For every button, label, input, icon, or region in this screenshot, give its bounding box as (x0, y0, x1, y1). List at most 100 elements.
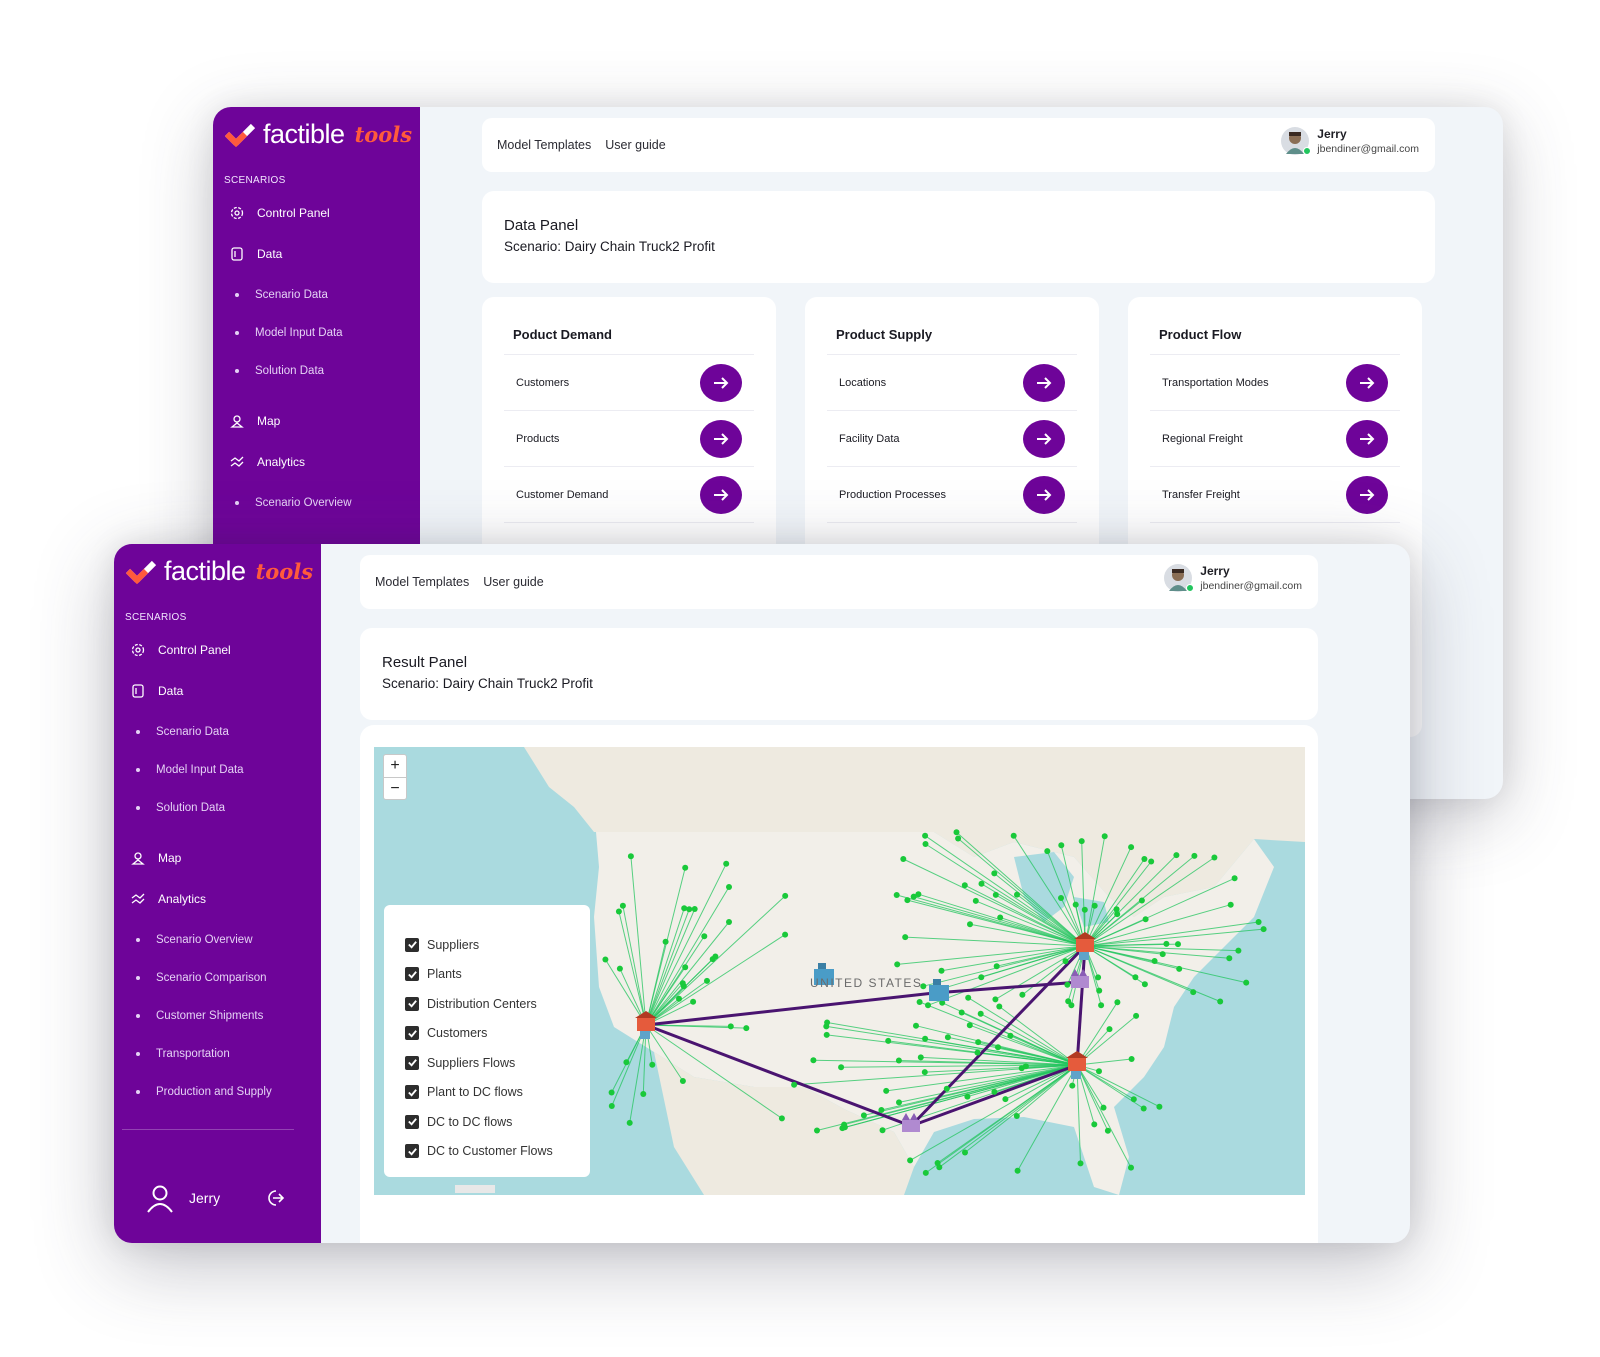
customer-dot[interactable] (681, 905, 688, 912)
customer-dot[interactable] (997, 914, 1004, 921)
user-menu[interactable]: Jerry jbendiner@gmail.com (1281, 126, 1419, 156)
customer-dot[interactable] (921, 1069, 928, 1076)
customer-dot[interactable] (1211, 854, 1218, 861)
customer-dot[interactable] (1141, 856, 1148, 862)
customer-dot[interactable] (1081, 906, 1088, 913)
customer-dot[interactable] (838, 1064, 845, 1071)
customer-dot[interactable] (1069, 1082, 1076, 1089)
nav-control-panel[interactable]: Control Panel (229, 205, 330, 221)
logout-icon[interactable] (264, 1187, 286, 1209)
customer-dot[interactable] (676, 995, 682, 1002)
customer-dot[interactable] (1114, 911, 1121, 918)
open-arrow-button[interactable] (1346, 363, 1388, 402)
customer-dot[interactable] (823, 1031, 830, 1038)
checkbox-checked[interactable] (405, 967, 419, 982)
model-templates-link[interactable]: Model Templates (375, 575, 469, 589)
customer-dot[interactable] (922, 832, 929, 839)
customer-dot[interactable] (1100, 1104, 1107, 1111)
customer-dot[interactable] (662, 938, 669, 945)
customer-dot[interactable] (791, 1081, 798, 1088)
customer-dot[interactable] (1104, 1127, 1111, 1134)
customer-dot[interactable] (627, 853, 634, 860)
customer-dot[interactable] (1226, 955, 1233, 962)
customer-dot[interactable] (824, 1019, 831, 1026)
open-arrow-button[interactable] (1023, 363, 1065, 402)
customer-dot[interactable] (1072, 901, 1079, 908)
customer-dot[interactable] (1128, 844, 1135, 851)
model-templates-link[interactable]: Model Templates (497, 138, 591, 152)
customer-dot[interactable] (1176, 965, 1183, 972)
customer-dot[interactable] (1022, 1063, 1029, 1070)
customer-dot[interactable] (712, 953, 719, 960)
customer-dot[interactable] (1014, 1167, 1021, 1174)
customer-dot[interactable] (955, 835, 962, 842)
customer-dot[interactable] (961, 882, 968, 889)
customer-dot[interactable] (1013, 1113, 1020, 1119)
customer-dot[interactable] (1002, 1096, 1009, 1103)
customer-dot[interactable] (995, 1044, 1001, 1051)
customer-dot[interactable] (965, 994, 972, 1001)
customer-dot[interactable] (993, 963, 1000, 970)
customer-dot[interactable] (967, 921, 973, 928)
customer-dot[interactable] (910, 893, 917, 900)
customer-dot[interactable] (1173, 852, 1180, 859)
legend-plant-to-dc-flows[interactable]: Plant to DC flows (405, 1078, 590, 1108)
nav-scenario-overview[interactable]: Scenario Overview (136, 934, 253, 946)
customer-dot[interactable] (991, 870, 998, 877)
nav-analytics[interactable]: Analytics (130, 891, 206, 907)
row-regional-freight[interactable]: Regional Freight (1150, 411, 1400, 467)
customer-dot[interactable] (893, 892, 900, 898)
open-arrow-button[interactable] (1346, 475, 1388, 514)
customer-dot[interactable] (1096, 987, 1103, 994)
customer-dot[interactable] (922, 841, 929, 847)
customer-dot[interactable] (608, 1089, 615, 1096)
user-guide-link[interactable]: User guide (483, 575, 543, 589)
customer-dot[interactable] (679, 1078, 686, 1084)
nav-transportation[interactable]: Transportation (136, 1048, 230, 1060)
legend-plants[interactable]: Plants (405, 960, 590, 990)
customer-dot[interactable] (953, 829, 960, 836)
checkbox-checked[interactable] (405, 1026, 419, 1041)
customer-dot[interactable] (958, 1009, 965, 1016)
open-arrow-button[interactable] (1023, 419, 1065, 458)
customer-dot[interactable] (778, 1115, 785, 1122)
customer-dot[interactable] (1007, 1032, 1014, 1039)
customer-dot[interactable] (991, 1088, 998, 1095)
checkbox-checked[interactable] (405, 1055, 419, 1070)
customer-dot[interactable] (626, 1119, 633, 1126)
open-arrow-button[interactable] (700, 475, 742, 514)
nav-data[interactable]: Data (130, 683, 183, 699)
customer-dot[interactable] (966, 1022, 973, 1029)
customer-dot[interactable] (1064, 981, 1071, 988)
customer-dot[interactable] (1133, 1012, 1140, 1019)
nav-model-input-data[interactable]: Model Input Data (136, 764, 244, 776)
legend-suppliers[interactable]: Suppliers (405, 930, 590, 960)
brand-logo[interactable]: factible tools (225, 119, 412, 150)
customer-dot[interactable] (1044, 848, 1051, 855)
customer-dot[interactable] (1140, 1105, 1147, 1112)
customer-dot[interactable] (1091, 1121, 1098, 1128)
customer-dot[interactable] (1058, 842, 1065, 849)
nav-model-input-data[interactable]: Model Input Data (235, 327, 343, 339)
customer-dot[interactable] (782, 931, 789, 938)
customer-dot[interactable] (1098, 1002, 1105, 1009)
customer-dot[interactable] (1128, 1056, 1135, 1062)
row-transportation-modes[interactable]: Transportation Modes (1150, 355, 1400, 411)
customer-dot[interactable] (1101, 833, 1108, 840)
customer-dot[interactable] (977, 1010, 984, 1017)
customer-dot[interactable] (972, 897, 979, 904)
customer-dot[interactable] (925, 1002, 931, 1009)
checkbox-checked[interactable] (405, 1085, 419, 1100)
network-map[interactable]: UNITED STATES + − Suppliers Plants Distr… (374, 747, 1305, 1195)
customer-dot[interactable] (934, 1160, 941, 1166)
customer-dot[interactable] (1141, 981, 1148, 988)
checkbox-checked[interactable] (405, 1114, 419, 1129)
checkbox-checked[interactable] (405, 937, 419, 952)
customer-dot[interactable] (1132, 974, 1139, 981)
customer-dot[interactable] (602, 956, 609, 963)
customer-dot[interactable] (704, 977, 710, 984)
customer-dot[interactable] (1078, 838, 1085, 845)
customer-dot[interactable] (878, 1107, 885, 1113)
customer-dot[interactable] (1148, 858, 1155, 865)
nav-scenario-data[interactable]: Scenario Data (136, 726, 229, 738)
